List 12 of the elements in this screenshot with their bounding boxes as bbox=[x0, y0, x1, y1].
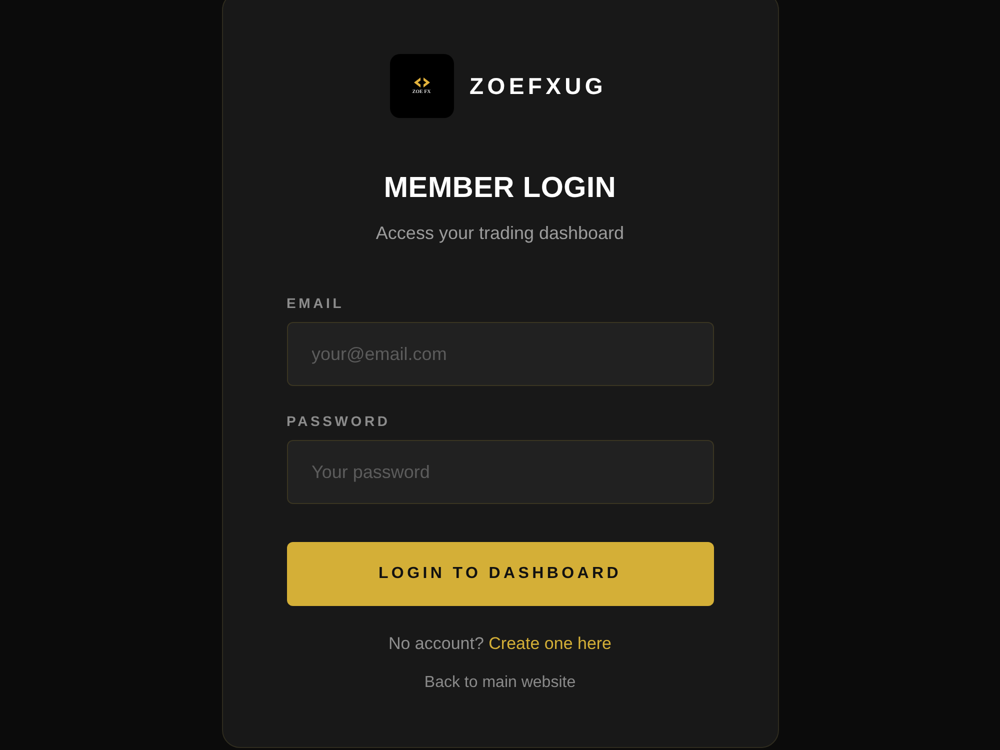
brand-name: ZOEFXUG bbox=[470, 72, 606, 101]
signup-prompt: No account? Create one here bbox=[388, 633, 612, 655]
input-field[interactable]: your@email.com bbox=[286, 322, 714, 386]
subtitle: Access your trading dashboard bbox=[376, 222, 624, 245]
input-field[interactable]: Your password bbox=[286, 440, 714, 504]
page-heading: MEMBER LOGIN bbox=[384, 171, 616, 206]
back-to-website-link[interactable]: Back to main website bbox=[424, 672, 576, 694]
create-account-link[interactable]: Create one here bbox=[488, 634, 612, 653]
field-label: PASSWORD bbox=[286, 412, 390, 430]
login-button[interactable]: LOGIN TO DASHBOARD bbox=[286, 542, 714, 606]
diamond-arrows-icon bbox=[412, 76, 431, 88]
field-label: EMAIL bbox=[286, 294, 344, 312]
